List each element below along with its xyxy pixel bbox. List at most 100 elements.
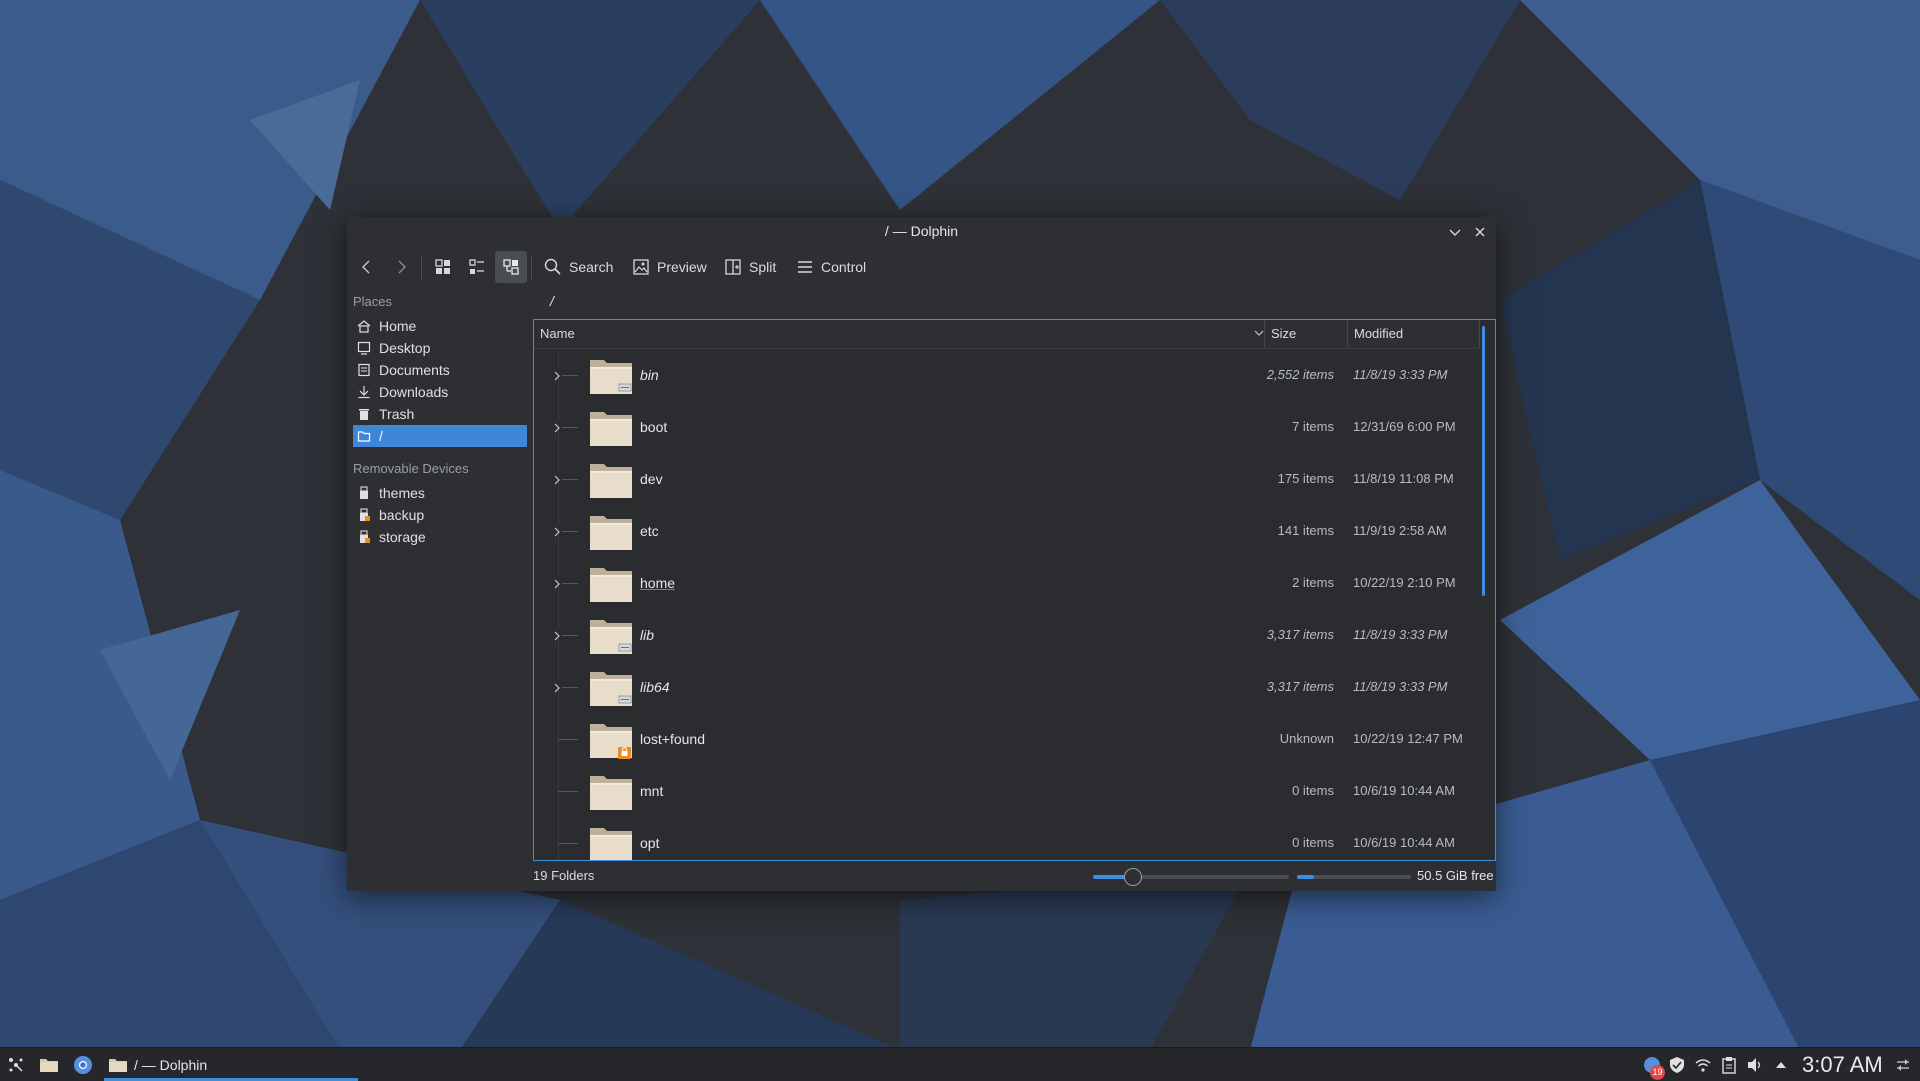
taskbar-clock[interactable]: 3:07 AM [1802, 1052, 1883, 1078]
details-view-button[interactable] [495, 251, 527, 283]
table-row[interactable]: dev 175 items 11/8/19 11:08 PM [534, 454, 1474, 506]
back-button[interactable] [351, 251, 383, 283]
preview-icon [633, 259, 649, 275]
folder-icon [588, 458, 634, 502]
file-name[interactable]: lost+found [640, 731, 705, 747]
file-size: 0 items [1292, 783, 1334, 798]
place-item-trash[interactable]: Trash [353, 403, 527, 425]
wifi-tray-button[interactable] [1694, 1056, 1712, 1074]
location-bar[interactable]: / [550, 293, 554, 309]
expand-chevron-icon[interactable] [552, 472, 562, 485]
table-row[interactable]: bin 2,552 items 11/8/19 3:33 PM [534, 350, 1474, 402]
panel-settings-button[interactable] [1894, 1056, 1912, 1074]
table-row[interactable]: opt 0 items 10/6/19 10:44 AM [534, 818, 1474, 860]
downloads-icon [357, 385, 371, 399]
file-modified: 11/8/19 11:08 PM [1353, 471, 1454, 486]
free-space-fill [1297, 875, 1315, 879]
folder-icon [588, 770, 634, 814]
table-row[interactable]: lib64 3,317 items 11/8/19 3:33 PM [534, 662, 1474, 714]
device-item-themes[interactable]: themes [353, 482, 527, 504]
chevron-right-icon [398, 260, 406, 274]
file-size: 175 items [1277, 471, 1334, 486]
table-row[interactable]: mnt 0 items 10/6/19 10:44 AM [534, 766, 1474, 818]
close-button[interactable] [1469, 221, 1491, 243]
expand-chevron-icon[interactable] [552, 420, 562, 433]
column-name[interactable]: Name [540, 320, 575, 348]
file-name[interactable]: lib64 [640, 679, 670, 695]
place-item-root[interactable]: / [353, 425, 527, 447]
usb-drive-icon [357, 530, 371, 544]
scrollbar[interactable] [1482, 326, 1485, 596]
usb-drive-icon [357, 486, 371, 500]
title-bar[interactable]: / — Dolphin [347, 217, 1496, 245]
table-row[interactable]: boot 7 items 12/31/69 6:00 PM [534, 402, 1474, 454]
device-item-storage[interactable]: storage [353, 526, 527, 548]
expand-chevron-icon[interactable] [552, 576, 562, 589]
zoom-slider[interactable] [1093, 868, 1289, 886]
shield-icon [1670, 1057, 1684, 1073]
place-item-home[interactable]: Home [353, 315, 527, 337]
folder-icon [588, 614, 634, 658]
minimize-button[interactable] [1444, 221, 1466, 243]
file-view[interactable]: Name Size Modified bin 2,552 items 11/8/19… [533, 319, 1496, 861]
file-name[interactable]: boot [640, 419, 667, 435]
compact-view-button[interactable] [461, 251, 493, 283]
control-button[interactable]: Control [795, 251, 866, 283]
toolbar-separator [421, 255, 422, 281]
column-size[interactable]: Size [1264, 320, 1343, 348]
column-divider [1479, 320, 1480, 348]
file-name[interactable]: opt [640, 835, 659, 851]
split-button-label: Split [749, 259, 777, 275]
device-item-backup[interactable]: backup [353, 504, 527, 526]
file-name[interactable]: etc [640, 523, 659, 539]
taskbar-task-dolphin[interactable]: / — Dolphin [104, 1048, 358, 1081]
search-button[interactable]: Search [543, 251, 613, 283]
expand-chevron-icon[interactable] [552, 680, 562, 693]
file-modified: 10/6/19 10:44 AM [1353, 835, 1455, 850]
place-item-downloads[interactable]: Downloads [353, 381, 527, 403]
tree-branch-line [558, 714, 559, 766]
device-label: themes [379, 485, 425, 501]
panel-toolbox-icon [1897, 1059, 1909, 1071]
volume-icon [1748, 1058, 1761, 1072]
file-name[interactable]: bin [640, 367, 659, 383]
file-manager-launcher[interactable] [39, 1055, 59, 1075]
file-name[interactable]: dev [640, 471, 663, 487]
folder-icon [588, 406, 634, 450]
split-button[interactable]: Split [723, 251, 776, 283]
volume-tray-button[interactable] [1746, 1056, 1764, 1074]
preview-button[interactable]: Preview [631, 251, 707, 283]
caret-up-icon [1776, 1062, 1786, 1068]
file-name[interactable]: mnt [640, 783, 663, 799]
application-launcher-button[interactable] [6, 1055, 26, 1075]
search-button-label: Search [569, 259, 614, 275]
file-name[interactable]: home [640, 575, 675, 591]
window-title: / — Dolphin [884, 223, 959, 239]
taskbar: / — Dolphin 19 3:07 AM [0, 1047, 1920, 1081]
column-header: Name Size Modified [534, 320, 1480, 349]
expand-chevron-icon[interactable] [552, 628, 562, 641]
zoom-slider-handle[interactable] [1124, 868, 1143, 886]
place-item-desktop[interactable]: Desktop [353, 337, 527, 359]
forward-button[interactable] [385, 251, 417, 283]
compact-view-icon [469, 259, 484, 274]
expand-chevron-icon[interactable] [552, 368, 562, 381]
table-row[interactable]: etc 141 items 11/9/19 2:58 AM [534, 506, 1474, 558]
control-button-label: Control [821, 259, 867, 275]
trash-icon [357, 407, 371, 421]
tray-expand-button[interactable] [1772, 1056, 1790, 1074]
table-row[interactable]: home 2 items 10/22/19 2:10 PM [534, 558, 1474, 610]
browser-launcher[interactable] [73, 1055, 93, 1075]
expand-chevron-icon[interactable] [552, 524, 562, 537]
folder-icon [588, 354, 634, 398]
shield-tray-button[interactable] [1668, 1056, 1686, 1074]
table-row[interactable]: lib 3,317 items 11/8/19 3:33 PM [534, 610, 1474, 662]
clipboard-tray-button[interactable] [1720, 1056, 1738, 1074]
dolphin-window: / — Dolphin Search Preview Split Control… [347, 217, 1496, 891]
icons-view-button[interactable] [427, 251, 459, 283]
file-name[interactable]: lib [640, 627, 654, 643]
table-row[interactable]: lost+found Unknown 10/22/19 12:47 PM [534, 714, 1474, 766]
place-item-documents[interactable]: Documents [353, 359, 527, 381]
clipboard-icon [1722, 1057, 1736, 1074]
column-modified[interactable]: Modified [1347, 320, 1474, 348]
